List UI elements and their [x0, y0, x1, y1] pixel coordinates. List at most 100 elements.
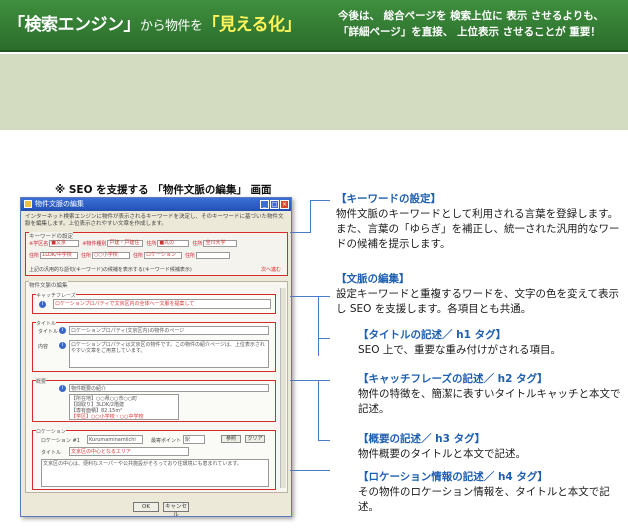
annotation-body: その物件のロケーション情報を、タイトルと本文で記述。 [358, 486, 610, 513]
reference-button[interactable]: 参照 [221, 435, 241, 443]
banner-note: 今後は、 総合ページを 検索上位に 表示 させるよりも、 「詳細ページ」を直接、… [338, 8, 624, 40]
context-section-label: 物件文脈の編集 [29, 281, 68, 289]
scrollbar[interactable] [280, 288, 286, 488]
cancel-button[interactable]: キャンセル [163, 502, 189, 518]
header-banner: 「検索エンジン」から物件を「見える化」 今後は、 総合ページを 検索上位に 表示… [0, 0, 628, 52]
close-button[interactable]: × [280, 200, 289, 209]
annotation-body: 物件の特徴を、簡潔に表すいタイトルキャッチと本文で記述。 [358, 388, 621, 415]
location-box: ロケーション ロケーション #1 Kurumaminamiichi 最寄ポイント… [32, 428, 276, 490]
info-icon: i [59, 385, 66, 392]
location-label: ロケーション #1 [41, 438, 80, 444]
connector-line [318, 380, 319, 440]
keyword-row-1: ※学区名 ■文京 ※物件種別 戸建・戸建住 住所 ■丸の 住所 全川大学 [29, 240, 238, 247]
location-title-text: 文京区の中心となるエリア [71, 449, 131, 455]
body-field-label: 内容 [38, 344, 49, 350]
banner-title-mid: から物件を [140, 19, 203, 34]
dialog-titlebar: 物件文脈の編集 _ □ × [21, 198, 291, 211]
annotation-head: 【文脈の編集】 [336, 273, 410, 285]
keyword-next-link[interactable]: 次へ進む [261, 266, 281, 273]
minimize-button[interactable]: _ [260, 200, 269, 209]
info-icon: i [59, 342, 66, 349]
connector-line [290, 296, 330, 297]
annotation-catchphrase: 【キャッチフレーズの記述／ h2 タグ】 物件の特徴を、簡潔に表すいタイトルキャ… [358, 372, 626, 417]
catchphrase-text: ロケーションプロパティで文京区内の全体へ一文脈を提案して [55, 301, 195, 307]
annotation-title: 【タイトルの記述／ h1 タグ】 SEO 上で、重要な重み付けがされる項目。 [358, 328, 626, 358]
location-title-label: タイトル [41, 450, 62, 456]
catchphrase-box: キャッチフレーズ i ロケーションプロパティで文京区内の全体へ一文脈を提案して [32, 292, 276, 314]
connector-line [290, 232, 310, 233]
banner-note-line2: 「詳細ページ」を直接、 上位表示 させることが 重要！ [338, 26, 601, 38]
kw-label: 住所 [133, 253, 144, 259]
connector-line [318, 338, 330, 339]
location-point-label: 最寄ポイント [151, 438, 182, 444]
info-icon: i [39, 301, 46, 308]
banner-title-main: 「検索エンジン」 [8, 15, 141, 35]
kw-label: 住所 [185, 253, 196, 259]
annotation-body: SEO 上で、重要な重み付けがされる項目。 [358, 344, 561, 356]
screen-caption: ※ SEO を支援する 「物件文脈の編集」 画面 [55, 184, 272, 196]
location-point-input[interactable]: 駅 [183, 435, 205, 444]
title-section-label: タイトル [36, 320, 57, 327]
connector-line [290, 470, 330, 471]
location-input[interactable]: Kurumaminamiichi [87, 435, 143, 444]
connector-line [290, 380, 330, 381]
kw-field[interactable]: ロケーション [144, 252, 183, 259]
clear-button[interactable]: クリア [245, 435, 265, 443]
title-field-label: タイトル [38, 329, 59, 335]
kw-field[interactable]: ■文京 [49, 240, 80, 247]
kw-label: ※学区名 [29, 241, 49, 247]
edit-dialog: 物件文脈の編集 _ □ × インターネット検索エンジンに物件が表示されるキーワー… [20, 197, 292, 518]
kw-label: 住所 [29, 253, 40, 259]
summary-box: 概要 i 物件概要の紹介 【所在地】○○県○○市○○町 【間取り】3LDK/2階… [32, 378, 276, 422]
keyword-section-label: キーワードの設定 [29, 232, 74, 240]
kw-field[interactable] [196, 252, 231, 259]
kw-field[interactable]: 戸建・戸建住 [107, 240, 144, 247]
catchphrase-input[interactable]: ロケーションプロパティで文京区内の全体へ一文脈を提案して [53, 299, 271, 309]
keyword-section: キーワードの設定 ※学区名 ■文京 ※物件種別 戸建・戸建住 住所 ■丸の 住所 全川大… [25, 232, 288, 276]
kw-field[interactable]: ○○小学校 [92, 252, 131, 259]
kw-label: 住所 [81, 253, 92, 259]
location-body-textarea[interactable]: 文京区の中心は、便利なスーパーや公共施設がそろっており住環境にも恵まれています。 [41, 459, 269, 487]
kw-label: ※物件種別 [82, 241, 107, 247]
maximize-button[interactable]: □ [270, 200, 279, 209]
app-icon [24, 200, 32, 208]
connector-line [310, 200, 311, 233]
annotation-body: 物件文脈のキーワードとして利用される言葉を登録します。また、言葉の「ゆらぎ」を補… [336, 208, 620, 250]
annotation-summary: 【概要の記述／ h3 タグ】 物件概要のタイトルと本文で記述。 [358, 432, 626, 462]
annotation-body: 設定キーワードと重複するワードを、文字の色を変えて表示し SEO を支援します。… [336, 288, 619, 315]
annotation-head: 【概要の記述／ h3 タグ】 [358, 433, 486, 445]
summary-line: 【学区】○○小学校・○○中学校 [71, 414, 144, 420]
annotation-head: 【キーワードの設定】 [336, 193, 441, 205]
keyword-row-2: 住所 1LDK/中学校 住所 ○○小学校 住所 ロケーション 住所 [29, 252, 231, 259]
ok-button[interactable]: OK [133, 502, 159, 512]
annotation-head: 【タイトルの記述／ h1 タグ】 [358, 329, 507, 341]
banner-title-tail: 「見える化」 [202, 15, 302, 35]
summary-title-input[interactable]: 物件概要の紹介 [69, 384, 269, 392]
body-textarea[interactable]: ロケーションプロパティは文京区の物件です。この物件の紹介ページは、上位表示されや… [69, 340, 269, 368]
location-section-label: ロケーション [36, 428, 66, 435]
keyword-candidate-checkbox[interactable]: 上記の汎用的な語句(キーワード)の候補を表示する(キーワード候補表示) [29, 266, 192, 273]
annotation-head: 【ロケーション情報の記述／ h4 タグ】 [358, 471, 548, 483]
annotation-body: 物件概要のタイトルと本文で記述。 [358, 448, 526, 460]
kw-field[interactable]: 全川大学 [203, 240, 238, 247]
kw-field[interactable]: 1LDK/中学校 [40, 252, 79, 259]
kw-label: 住所 [146, 241, 157, 247]
location-title-input[interactable]: 文京区の中心となるエリア [69, 447, 189, 456]
summary-section-label: 概要 [36, 378, 47, 385]
dialog-title: 物件文脈の編集 [35, 200, 84, 208]
connector-line [310, 200, 330, 201]
catchphrase-label: キャッチフレーズ [36, 292, 76, 299]
annotation-keyword: 【キーワードの設定】 物件文脈のキーワードとして利用される言葉を登録します。また… [336, 192, 626, 252]
summary-textarea[interactable]: 【所在地】○○県○○市○○町 【間取り】3LDK/2階建 【専有面積】82.15… [69, 394, 179, 420]
dialog-intro: インターネット検索エンジンに物件が表示されるキーワードを決定し、そのキーワードに… [25, 214, 284, 227]
annotation-head: 【キャッチフレーズの記述／ h2 タグ】 [358, 373, 548, 385]
connector-line [318, 440, 330, 441]
banner-title: 「検索エンジン」から物件を「見える化」 [8, 10, 302, 35]
decor-band [0, 54, 628, 130]
info-icon: i [59, 327, 66, 334]
title-input[interactable]: ロケーションプロパティ(文京区内)の物件のページ [69, 326, 269, 335]
title-box: タイトル タイトル i ロケーションプロパティ(文京区内)の物件のページ 内容 … [32, 320, 276, 372]
kw-field[interactable]: ■丸の [157, 240, 190, 247]
annotation-context: 【文脈の編集】 設定キーワードと重複するワードを、文字の色を変えて表示し SEO… [336, 272, 626, 317]
context-section: 物件文脈の編集 キャッチフレーズ i ロケーションプロパティで文京区内の全体へ一… [25, 281, 288, 493]
